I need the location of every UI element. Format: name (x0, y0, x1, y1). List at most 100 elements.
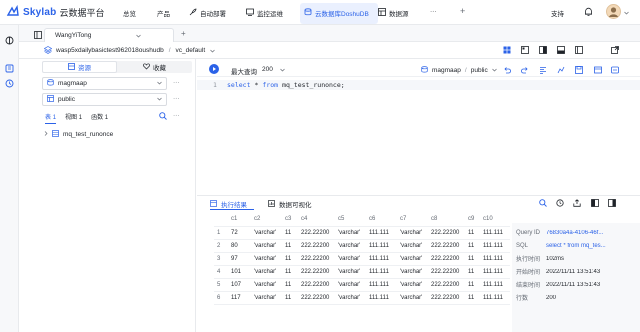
layout-left-icon[interactable] (503, 46, 511, 56)
table-cell[interactable]: 11 (282, 265, 298, 279)
sql-code-line[interactable]: select * from mq_test_runonce; (227, 81, 345, 89)
table-cell[interactable]: 'varchar' (335, 226, 366, 240)
table-cell[interactable]: 222.22200 (298, 226, 335, 240)
obj-tab-functions[interactable]: 函数 1 (91, 112, 108, 124)
table-cell[interactable]: 222.22200 (298, 265, 335, 279)
rail-toggle-icon[interactable] (5, 36, 14, 47)
table-cell[interactable]: 111.111 (366, 265, 397, 279)
layout-grid-icon[interactable] (521, 46, 529, 56)
table-cell[interactable]: 222.22200 (298, 291, 335, 305)
breadcrumb-dropdown-icon[interactable] (210, 48, 215, 55)
table-cell[interactable]: 111.111 (366, 278, 397, 292)
breadcrumb-schema[interactable]: vc_default (176, 47, 206, 55)
tab-resource[interactable]: 资源 (42, 61, 117, 73)
rail-sql-editor-icon[interactable] (5, 64, 14, 75)
breadcrumb-instance[interactable]: wasp5xdailybasictest962018oushudb (56, 47, 164, 55)
table-cell[interactable]: 11 (465, 278, 480, 292)
table-cell[interactable]: 11 (282, 226, 298, 240)
table-cell[interactable]: 222.22200 (428, 265, 465, 279)
object-more-button[interactable]: ··· (173, 112, 180, 119)
table-cell[interactable]: 'varchar' (397, 265, 428, 279)
export-icon[interactable] (573, 199, 581, 209)
table-cell[interactable]: 111.111 (480, 239, 510, 253)
undo-icon[interactable] (503, 66, 511, 76)
table-cell[interactable]: 'varchar' (397, 278, 428, 292)
column-header[interactable]: c3 (282, 213, 298, 227)
table-cell[interactable]: 11 (465, 291, 480, 305)
table-cell[interactable]: 72 (228, 226, 251, 240)
query-info-value[interactable]: select * from mq_tes... (546, 243, 606, 249)
table-cell[interactable]: 'varchar' (251, 252, 282, 266)
rail-history-icon[interactable] (5, 79, 14, 90)
tab-favorite[interactable]: 收藏 (117, 61, 192, 73)
row-number[interactable]: 3 (214, 252, 228, 266)
search-icon[interactable] (159, 112, 167, 122)
table-cell[interactable]: 'varchar' (335, 252, 366, 266)
table-cell[interactable]: 'varchar' (251, 278, 282, 292)
panel-toggle-icon[interactable] (608, 199, 616, 209)
obj-tab-tables[interactable]: 表 1 (45, 112, 57, 124)
layout-split-icon[interactable] (539, 46, 547, 56)
tab-dropdown-icon[interactable] (136, 33, 141, 40)
refresh-icon[interactable] (556, 199, 564, 209)
query-info-value[interactable]: 76830a4a-4106-46f... (546, 230, 603, 236)
table-cell[interactable]: 222.22200 (298, 239, 335, 253)
table-cell[interactable]: 'varchar' (397, 291, 428, 305)
table-cell[interactable]: 'varchar' (397, 239, 428, 253)
result-search-icon[interactable] (539, 199, 547, 209)
table-cell[interactable]: 222.22200 (298, 278, 335, 292)
table-cell[interactable]: 'varchar' (335, 239, 366, 253)
table-cell[interactable]: 222.22200 (428, 278, 465, 292)
nav-auto-deploy[interactable]: 自动部署 (189, 8, 226, 18)
table-row[interactable]: 4 101'varchar' 11 222.22200'varchar' 111.111… (214, 265, 510, 279)
table-cell[interactable]: 11 (282, 252, 298, 266)
table-cell[interactable]: 222.22200 (428, 239, 465, 253)
column-header[interactable]: c9 (465, 213, 480, 227)
sidebar-toggle-icon[interactable] (34, 31, 42, 41)
table-cell[interactable]: 111.111 (480, 252, 510, 266)
table-cell[interactable]: 11 (465, 252, 480, 266)
fullscreen-icon[interactable] (594, 66, 602, 76)
table-cell[interactable]: 'varchar' (335, 278, 366, 292)
table-cell[interactable]: 222.22200 (298, 252, 335, 266)
table-cell[interactable]: 117 (228, 291, 251, 305)
brand-logo[interactable]: Skylab 云数据平台 (6, 4, 104, 19)
table-row[interactable]: 6 117'varchar' 11 222.22200'varchar' 111.111… (214, 291, 510, 305)
nav-datasource[interactable]: 数据源 (378, 8, 409, 18)
table-cell[interactable]: 11 (465, 239, 480, 253)
sql-editor[interactable] (197, 77, 640, 192)
open-external-icon[interactable] (611, 46, 619, 56)
table-cell[interactable]: 111.111 (480, 291, 510, 305)
table-cell[interactable]: 222.22200 (428, 252, 465, 266)
layout-bottom-icon[interactable] (557, 46, 565, 56)
table-cell[interactable]: 'varchar' (397, 252, 428, 266)
nav-more[interactable]: ··· (430, 8, 437, 15)
settings-icon[interactable] (611, 66, 619, 76)
table-cell[interactable]: 'varchar' (251, 265, 282, 279)
tab-visualization[interactable]: 数据可视化 (268, 199, 312, 209)
support-link[interactable]: 支持 (551, 8, 564, 18)
table-cell[interactable]: 111.111 (366, 291, 397, 305)
column-header[interactable]: c5 (335, 213, 366, 227)
table-cell[interactable]: 111.111 (366, 252, 397, 266)
table-cell[interactable]: 'varchar' (335, 291, 366, 305)
column-header[interactable]: c6 (366, 213, 397, 227)
table-row[interactable]: 2 80'varchar' 11 222.22200'varchar' 111.111 '… (214, 239, 510, 253)
column-header[interactable]: c1 (228, 213, 251, 227)
chevron-right-icon[interactable] (44, 131, 48, 138)
table-cell[interactable]: 'varchar' (251, 239, 282, 253)
row-number[interactable]: 2 (214, 239, 228, 253)
table-cell[interactable]: 11 (282, 291, 298, 305)
schema-select[interactable]: public (42, 93, 167, 106)
row-number[interactable]: 6 (214, 291, 228, 305)
avatar[interactable] (606, 4, 621, 19)
copy-icon[interactable] (591, 199, 599, 209)
table-cell[interactable]: 80 (228, 239, 251, 253)
column-header[interactable]: c2 (251, 213, 282, 227)
table-cell[interactable]: 222.22200 (428, 226, 465, 240)
database-more-button[interactable]: ··· (173, 79, 180, 86)
row-number[interactable]: 4 (214, 265, 228, 279)
table-cell[interactable]: 'varchar' (335, 265, 366, 279)
run-button[interactable] (209, 64, 219, 74)
column-header[interactable]: c7 (397, 213, 428, 227)
